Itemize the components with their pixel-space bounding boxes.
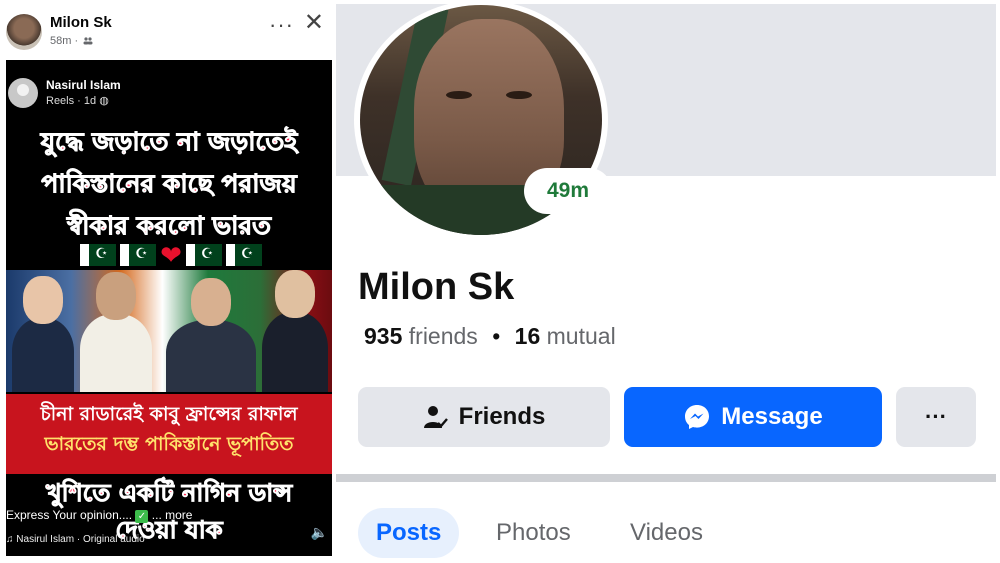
reel-video[interactable]: Nasirul Islam Reels · 1d ◍ যুদ্ধে জড়াতে… bbox=[6, 60, 332, 556]
post-meta: 58m · bbox=[50, 35, 93, 47]
active-status-badge: 49m bbox=[524, 168, 612, 214]
messenger-icon bbox=[683, 403, 711, 431]
headline-line-2: পাকিস্তানের কাছে পরাজয় bbox=[41, 169, 297, 199]
reel-caption: Express Your opinion.... ✓ ... more bbox=[6, 508, 332, 523]
person-figure bbox=[12, 276, 74, 392]
more-options-button[interactable]: ··· bbox=[896, 387, 976, 447]
tab-photos[interactable]: Photos bbox=[496, 508, 571, 558]
friends-count: 935 bbox=[364, 323, 403, 349]
person-face bbox=[96, 272, 136, 320]
person-figure bbox=[262, 270, 328, 392]
person-face bbox=[191, 278, 231, 326]
music-note-icon: ♫ bbox=[6, 534, 17, 545]
reel-meta-text: Reels · 1d bbox=[46, 95, 97, 107]
friends-label: friends bbox=[408, 323, 478, 349]
pakistan-flag-icon bbox=[225, 244, 262, 266]
post-time[interactable]: 58m bbox=[50, 35, 71, 47]
friends-audience-icon bbox=[83, 37, 93, 45]
separator-dot: • bbox=[492, 323, 501, 349]
check-emoji-icon: ✓ bbox=[135, 510, 149, 523]
person-figure bbox=[80, 272, 152, 392]
post-header: Milon Sk 58m · ··· ✕ bbox=[6, 8, 330, 54]
eye-shape bbox=[506, 91, 532, 99]
heart-icon: ❤ bbox=[160, 240, 182, 270]
post-author-name[interactable]: Milon Sk bbox=[50, 14, 112, 31]
tab-videos[interactable]: Videos bbox=[630, 508, 703, 558]
reel-author-avatar[interactable] bbox=[8, 78, 38, 108]
reel-author-name[interactable]: Nasirul Islam bbox=[46, 78, 121, 92]
band-line-1: চীনা রাডারেই কাবু ফ্রান্সের রাফাল bbox=[40, 403, 298, 425]
pakistan-flag-icon bbox=[120, 244, 157, 266]
section-divider bbox=[336, 474, 996, 482]
close-button[interactable]: ✕ bbox=[304, 8, 324, 37]
globe-icon: ◍ bbox=[99, 95, 109, 107]
mutual-label: mutual bbox=[546, 323, 616, 349]
headline-line-1: যুদ্ধে জড়াতে না জড়াতেই bbox=[40, 127, 298, 157]
pakistan-flag-icon bbox=[185, 244, 222, 266]
person-face bbox=[275, 270, 315, 318]
speaker-icon[interactable]: 🔈 bbox=[311, 524, 328, 541]
person-face bbox=[23, 276, 63, 324]
band-line-2: ভারতের দম্ভ পাকিস্তানে ভূপাতিত bbox=[44, 433, 294, 455]
person-figure bbox=[166, 278, 256, 392]
friend-stats[interactable]: 935 friends • 16 mutual bbox=[364, 323, 616, 350]
shared-post: Milon Sk 58m · ··· ✕ Nasirul Islam Reels… bbox=[0, 0, 336, 563]
post-more-button[interactable]: ··· bbox=[269, 12, 294, 38]
friends-button-label: Friends bbox=[458, 403, 546, 430]
profile-panel: 49m Milon Sk 935 friends • 16 mutual Fri… bbox=[336, 0, 1000, 563]
friends-button[interactable]: Friends bbox=[358, 387, 610, 447]
message-button-label: Message bbox=[721, 403, 823, 430]
leaders-photo bbox=[6, 270, 332, 392]
flag-row: ❤ bbox=[66, 242, 276, 268]
caption-more-link[interactable]: ... more bbox=[152, 508, 193, 522]
reel-audio[interactable]: ♫ Nasirul Islam · Original audio bbox=[6, 534, 332, 545]
caption-text: Express Your opinion.... bbox=[6, 508, 133, 522]
tab-posts[interactable]: Posts bbox=[358, 508, 460, 558]
audio-label: Nasirul Islam · Original audio bbox=[16, 534, 145, 545]
reel-meta: Reels · 1d ◍ bbox=[46, 94, 109, 107]
pakistan-flag-icon bbox=[80, 244, 117, 266]
reel-header: Nasirul Islam Reels · 1d ◍ bbox=[8, 76, 328, 110]
mutual-count: 16 bbox=[514, 323, 541, 349]
message-button[interactable]: Message bbox=[624, 387, 882, 447]
friend-check-icon bbox=[423, 404, 449, 430]
eye-shape bbox=[446, 91, 472, 99]
author-avatar[interactable] bbox=[6, 14, 42, 50]
profile-picture[interactable]: 49m bbox=[354, 0, 612, 240]
profile-name: Milon Sk bbox=[358, 266, 515, 308]
